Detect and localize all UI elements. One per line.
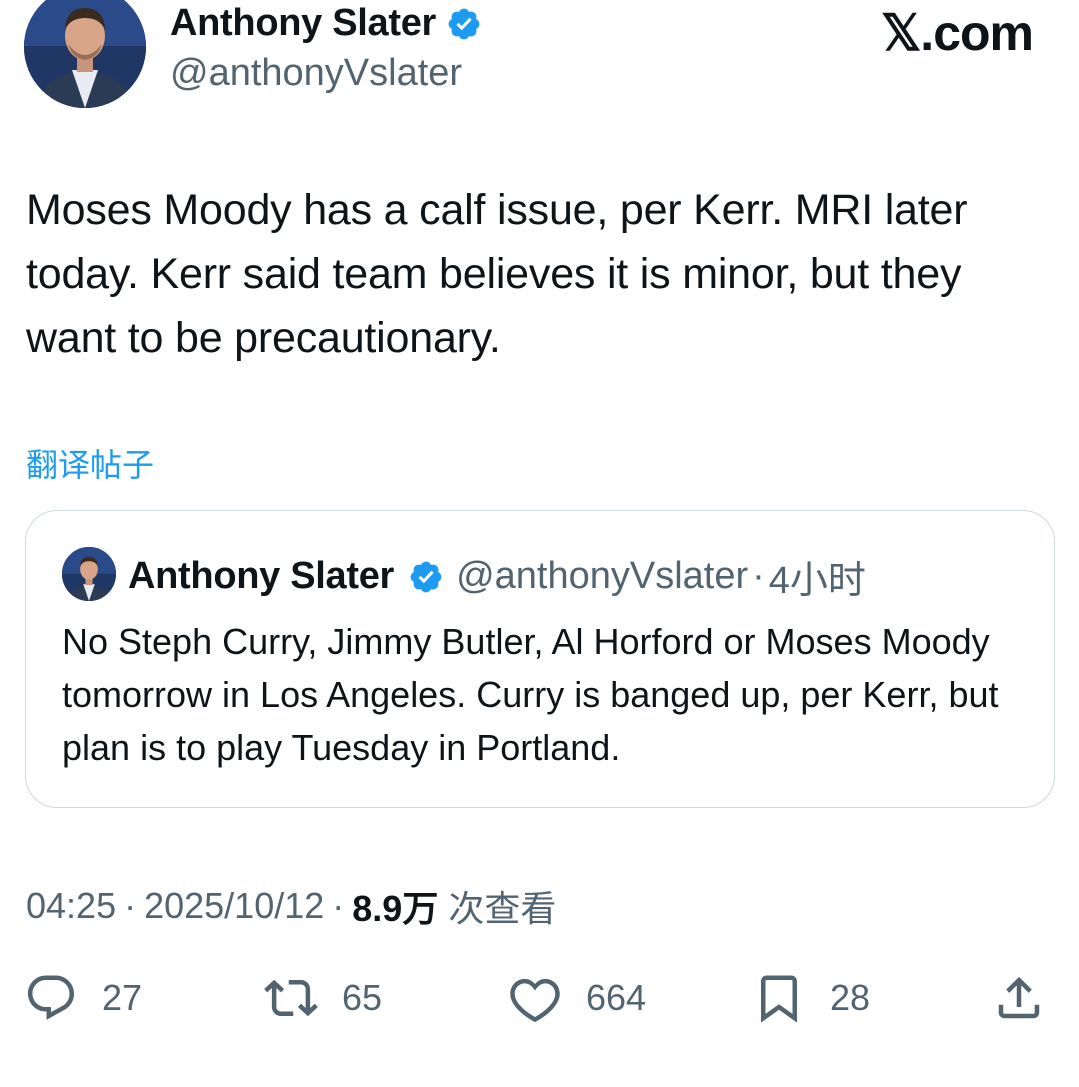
repost-icon bbox=[264, 979, 318, 1017]
tweet-page: Anthony Slater @anthonyVslater 𝕏.com Mos… bbox=[0, 0, 1079, 1087]
quoted-tweet-text: No Steph Curry, Jimmy Butler, Al Horford… bbox=[62, 621, 999, 768]
bookmark-icon bbox=[761, 975, 797, 1023]
like-count: 664 bbox=[586, 977, 647, 1018]
share-button[interactable] bbox=[992, 966, 1046, 1030]
view-count[interactable]: 8.9万 bbox=[352, 880, 438, 932]
avatar[interactable] bbox=[24, 0, 146, 108]
share-icon bbox=[998, 976, 1040, 1019]
reply-button[interactable]: 27 bbox=[24, 966, 142, 1030]
quoted-tweet-card[interactable]: Anthony Slater @anthonyVslater · 4小时 No … bbox=[25, 510, 1055, 808]
quoted-author-handle[interactable]: @anthonyVslater bbox=[456, 555, 748, 598]
meta-separator: · bbox=[332, 885, 345, 926]
bookmark-count: 28 bbox=[830, 977, 871, 1018]
tweet-meta: 04:25 · 2025/10/12 · 8.9万 次查看 bbox=[26, 880, 556, 932]
quoted-author-name[interactable]: Anthony Slater bbox=[128, 555, 394, 598]
reply-count: 27 bbox=[102, 977, 143, 1018]
author-handle[interactable]: @anthonyVslater bbox=[170, 52, 462, 95]
quoted-separator: · bbox=[752, 555, 765, 597]
tweet-text: Moses Moody has a calf issue, per Kerr. … bbox=[26, 186, 968, 362]
meta-separator: · bbox=[124, 885, 137, 926]
action-bar: 27 65 664 28 bbox=[0, 966, 1079, 1036]
repost-button[interactable]: 65 bbox=[264, 966, 382, 1030]
author-name-row[interactable]: Anthony Slater bbox=[170, 2, 482, 45]
verified-badge-icon bbox=[446, 6, 482, 42]
view-count-label: 次查看 bbox=[448, 888, 557, 929]
reply-icon bbox=[27, 975, 75, 1020]
quoted-avatar[interactable] bbox=[62, 547, 116, 601]
quoted-header: Anthony Slater @anthonyVslater · 4小时 bbox=[128, 549, 866, 604]
verified-badge-icon bbox=[408, 559, 444, 595]
translate-post-link[interactable]: 翻译帖子 bbox=[26, 440, 154, 486]
repost-count: 65 bbox=[342, 977, 383, 1018]
like-icon bbox=[510, 978, 560, 1023]
tweet-date[interactable]: 2025/10/12 bbox=[144, 885, 324, 927]
author-name[interactable]: Anthony Slater bbox=[170, 2, 436, 45]
brand-logo: 𝕏.com bbox=[881, 5, 1034, 61]
quoted-timestamp[interactable]: 4小时 bbox=[769, 549, 866, 604]
bookmark-button[interactable]: 28 bbox=[752, 966, 870, 1030]
tweet-time[interactable]: 04:25 bbox=[26, 885, 116, 927]
like-button[interactable]: 664 bbox=[508, 966, 646, 1030]
